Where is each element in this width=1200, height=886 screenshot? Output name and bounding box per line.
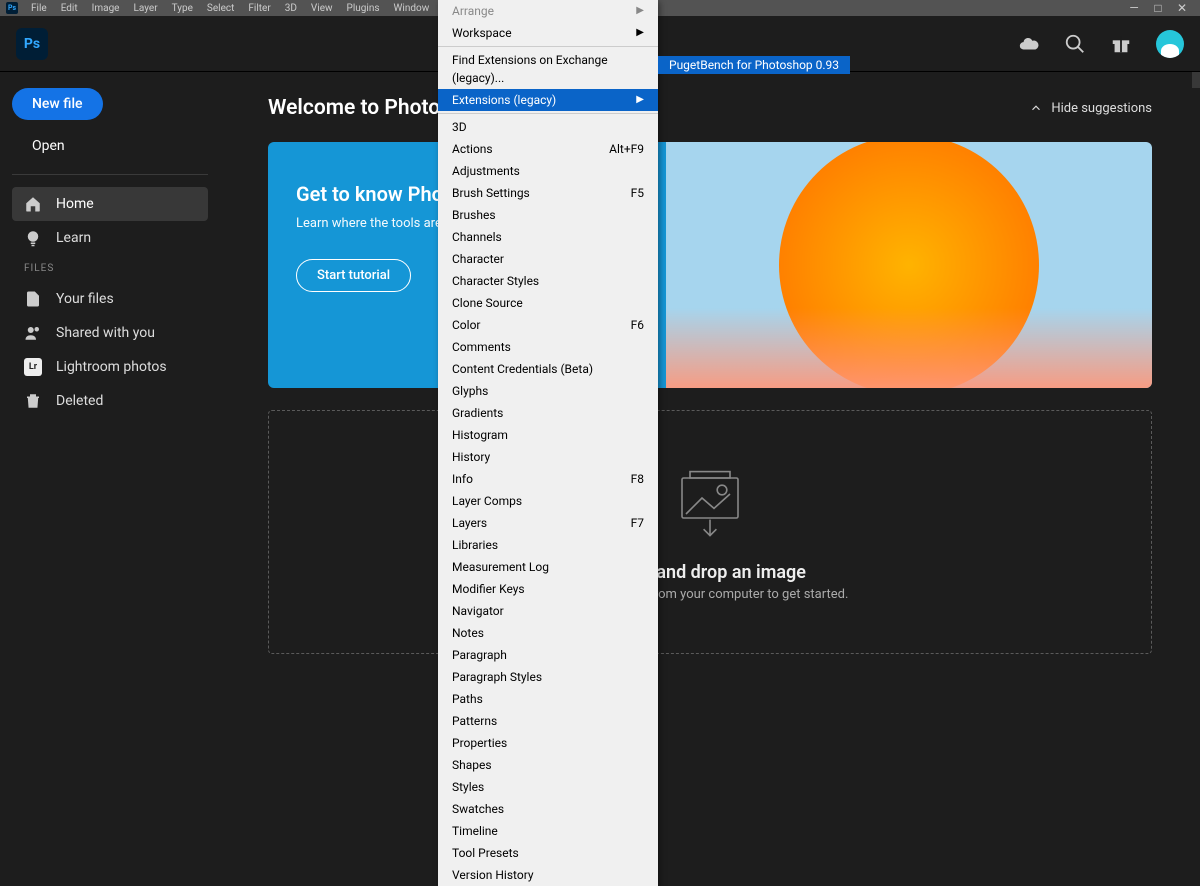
menu-filter[interactable]: Filter [241, 1, 277, 16]
image-download-icon [670, 462, 750, 542]
gift-icon[interactable] [1110, 33, 1132, 55]
menu-item-paragraph-styles[interactable]: Paragraph Styles [438, 666, 658, 688]
menu-item-properties[interactable]: Properties [438, 732, 658, 754]
sidebar-item-label: Home [56, 196, 94, 212]
menu-item-clone-source[interactable]: Clone Source [438, 292, 658, 314]
menu-item-timeline[interactable]: Timeline [438, 820, 658, 842]
sidebar-item-label: Your files [56, 291, 114, 307]
menu-item-gradients[interactable]: Gradients [438, 402, 658, 424]
sidebar-item-your-files[interactable]: Your files [12, 282, 208, 316]
menu-item-extensions-legacy-[interactable]: Extensions (legacy)▶ [438, 89, 658, 111]
window-close-icon[interactable]: ✕ [1170, 1, 1194, 15]
lightbulb-icon [24, 229, 42, 247]
menu-item-tool-presets[interactable]: Tool Presets [438, 842, 658, 864]
menu-image[interactable]: Image [85, 1, 127, 16]
sidebar-item-home[interactable]: Home [12, 187, 208, 221]
sidebar-item-shared[interactable]: Shared with you [12, 316, 208, 350]
app-icon[interactable]: Ps [16, 28, 48, 60]
menu-item-notes[interactable]: Notes [438, 622, 658, 644]
menu-item-modifier-keys[interactable]: Modifier Keys [438, 578, 658, 600]
menu-item-brushes[interactable]: Brushes [438, 204, 658, 226]
menu-layer[interactable]: Layer [127, 1, 165, 16]
menu-type[interactable]: Type [165, 1, 200, 16]
welcome-banner: Get to know Photoshop Learn where the to… [268, 142, 1152, 388]
menu-select[interactable]: Select [200, 1, 241, 16]
window-minimize-icon[interactable]: — [1122, 1, 1146, 15]
menu-item-layer-comps[interactable]: Layer Comps [438, 490, 658, 512]
menu-item-channels[interactable]: Channels [438, 226, 658, 248]
menu-window[interactable]: Window [387, 1, 437, 16]
content: Welcome to Photoshop Hide suggestions Ge… [220, 72, 1200, 701]
menu-item-styles[interactable]: Styles [438, 776, 658, 798]
sidebar-item-label: Deleted [56, 393, 103, 409]
menu-item-libraries[interactable]: Libraries [438, 534, 658, 556]
menu-item-brush-settings[interactable]: Brush SettingsF5 [438, 182, 658, 204]
sidebar-item-label: Lightroom photos [56, 359, 167, 375]
window-menu-dropdown: Arrange▶Workspace▶ Find Extensions on Exc… [438, 0, 658, 886]
extensions-submenu: PugetBench for Photoshop 0.93 [658, 56, 850, 74]
window-maximize-icon[interactable]: □ [1146, 1, 1170, 15]
avatar[interactable] [1156, 30, 1184, 58]
menu-item-shapes[interactable]: Shapes [438, 754, 658, 776]
sidebar-item-label: Shared with you [56, 325, 155, 341]
menu-item-3d[interactable]: 3D [438, 116, 658, 138]
dropzone[interactable]: Drag and drop an image or select one fro… [268, 410, 1152, 654]
cloud-icon[interactable] [1018, 33, 1040, 55]
trash-icon [24, 392, 42, 410]
hide-suggestions-label: Hide suggestions [1051, 101, 1152, 116]
app-badge: Ps [6, 2, 18, 14]
menu-item-comments[interactable]: Comments [438, 336, 658, 358]
panel-flyout-handle[interactable] [1192, 72, 1200, 88]
menu-item-character[interactable]: Character [438, 248, 658, 270]
menu-item-info[interactable]: InfoF8 [438, 468, 658, 490]
lightroom-icon: Lr [24, 358, 42, 376]
menu-item-glyphs[interactable]: Glyphs [438, 380, 658, 402]
sidebar-item-learn[interactable]: Learn [12, 221, 208, 255]
menu-item-character-styles[interactable]: Character Styles [438, 270, 658, 292]
menu-3d[interactable]: 3D [278, 1, 304, 16]
menu-item-arrange: Arrange▶ [438, 0, 658, 22]
menu-item-color[interactable]: ColorF6 [438, 314, 658, 336]
menu-item-paragraph[interactable]: Paragraph [438, 644, 658, 666]
menu-item-version-history[interactable]: Version History [438, 864, 658, 886]
menu-item-adjustments[interactable]: Adjustments [438, 160, 658, 182]
submenu-item-pugetbench[interactable]: PugetBench for Photoshop 0.93 [659, 57, 849, 73]
menu-item-workspace[interactable]: Workspace▶ [438, 22, 658, 44]
menu-item-content-credentials-beta-[interactable]: Content Credentials (Beta) [438, 358, 658, 380]
menu-view[interactable]: View [304, 1, 340, 16]
menu-edit[interactable]: Edit [54, 1, 85, 16]
sidebar-item-deleted[interactable]: Deleted [12, 384, 208, 418]
hide-suggestions-button[interactable]: Hide suggestions [1029, 101, 1152, 116]
home-icon [24, 195, 42, 213]
start-tutorial-button[interactable]: Start tutorial [296, 259, 411, 292]
menu-item-actions[interactable]: ActionsAlt+F9 [438, 138, 658, 160]
sidebar-item-lightroom[interactable]: Lr Lightroom photos [12, 350, 208, 384]
menu-plugins[interactable]: Plugins [340, 1, 387, 16]
file-icon [24, 290, 42, 308]
menu-item-patterns[interactable]: Patterns [438, 710, 658, 732]
menu-item-find-extensions-on-exchange-legacy-[interactable]: Find Extensions on Exchange (legacy)... [438, 49, 658, 89]
menu-bar: File Edit Image Layer Type Select Filter… [24, 1, 436, 16]
menu-item-measurement-log[interactable]: Measurement Log [438, 556, 658, 578]
files-header: FILES [12, 255, 208, 282]
menu-item-history[interactable]: History [438, 446, 658, 468]
menu-item-navigator[interactable]: Navigator [438, 600, 658, 622]
menu-item-histogram[interactable]: Histogram [438, 424, 658, 446]
menu-file[interactable]: File [24, 1, 54, 16]
new-file-button[interactable]: New file [12, 88, 103, 120]
menu-item-paths[interactable]: Paths [438, 688, 658, 710]
sidebar-item-label: Learn [56, 230, 91, 246]
search-icon[interactable] [1064, 33, 1086, 55]
people-icon [24, 324, 42, 342]
banner-artwork [666, 142, 1152, 388]
chevron-up-icon [1029, 101, 1043, 115]
sidebar: New file Open Home Learn FILES Your file… [0, 72, 220, 701]
open-button[interactable]: Open [12, 130, 85, 162]
menu-item-swatches[interactable]: Swatches [438, 798, 658, 820]
menu-item-layers[interactable]: LayersF7 [438, 512, 658, 534]
